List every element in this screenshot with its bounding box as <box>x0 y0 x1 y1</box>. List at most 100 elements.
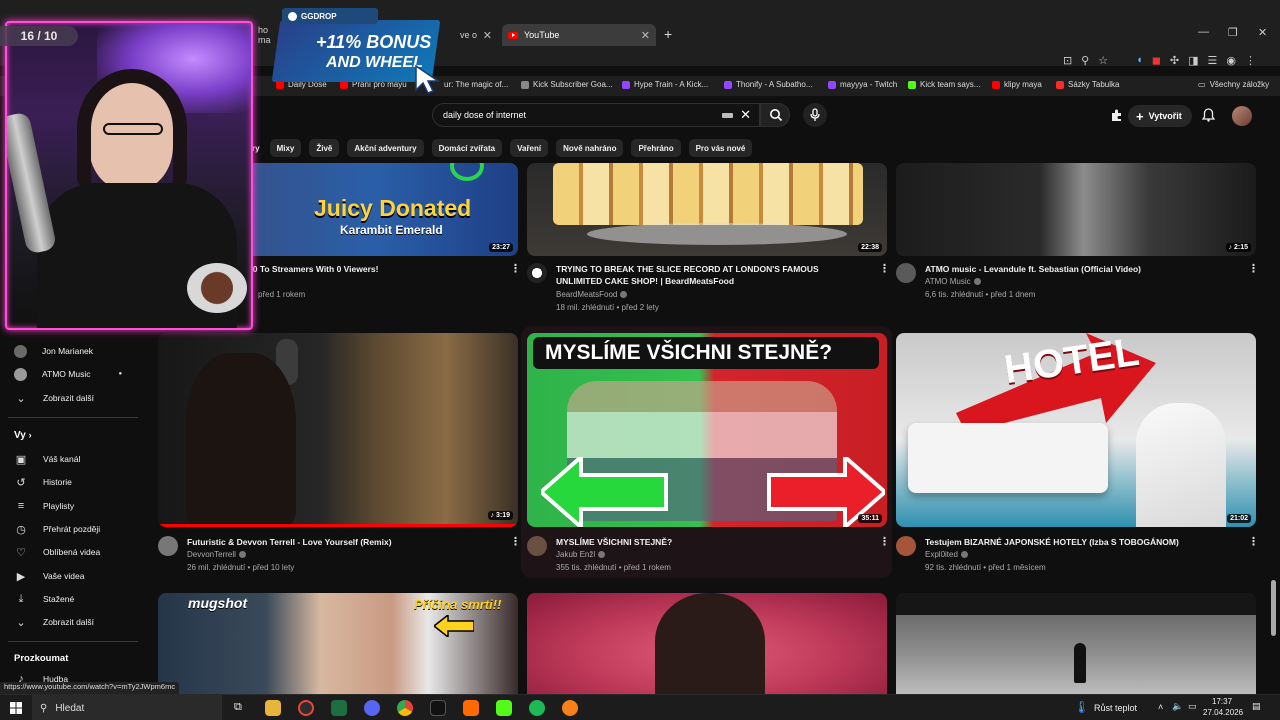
video-title[interactable]: TRYING TO BREAK THE SLICE RECORD AT LOND… <box>556 263 856 287</box>
more-options-icon[interactable]: ⋮ <box>1248 262 1259 275</box>
obs-icon[interactable] <box>298 700 314 716</box>
video-thumbnail[interactable] <box>527 593 887 694</box>
close-window-icon[interactable]: ✕ <box>1258 26 1267 39</box>
chip[interactable]: Akční adventury <box>347 139 424 157</box>
all-bookmarks[interactable]: ▭ Všechny záložky <box>1198 80 1269 89</box>
chip[interactable]: Živě <box>309 139 340 157</box>
more-options-icon[interactable]: ⋮ <box>879 535 890 548</box>
channel-name[interactable]: BeardMeatsFood <box>556 289 628 301</box>
more-options-icon[interactable]: ⋮ <box>510 535 521 548</box>
chip[interactable]: Nově nahráno <box>556 139 624 157</box>
sidebar-show-more[interactable]: ⌄ Zobrazit další <box>14 390 94 406</box>
weather-text[interactable]: Růst teplot <box>1094 703 1137 713</box>
cast-icon[interactable]: ⊡ <box>1063 54 1072 67</box>
sidebar-item-channel[interactable]: ▣ Váš kanál <box>14 451 81 467</box>
video-thumbnail[interactable]: ♪ 2:15 <box>896 163 1256 256</box>
sidebar-item-liked[interactable]: ♡ Oblíbená videa <box>14 544 100 560</box>
video-thumbnail[interactable]: MYSLÍME VŠICHNI STEJNĚ? 35:11 <box>527 333 887 527</box>
chip[interactable]: Domácí zvířata <box>431 139 503 157</box>
account-avatar[interactable] <box>1232 106 1252 126</box>
bookmark-item[interactable]: Thonify - A Subatho... <box>724 80 813 89</box>
notifications-icon[interactable]: ▤ <box>1252 701 1261 712</box>
channel-name[interactable]: ATMO Music <box>925 276 981 288</box>
clock-date[interactable]: 27.04.2026 <box>1203 708 1243 717</box>
bookmark-item[interactable]: klipy maya <box>992 80 1042 89</box>
chip[interactable]: Přehráno <box>631 139 681 157</box>
sidebar-you-heading[interactable]: Vy › <box>14 430 32 441</box>
video-thumbnail[interactable] <box>896 593 1256 694</box>
chip[interactable]: Vaření <box>510 139 549 157</box>
sidebar-item-your-videos[interactable]: ▶ Vaše videa <box>14 568 85 584</box>
channel-avatar[interactable] <box>896 536 916 556</box>
bookmark-item[interactable]: ur: The magic of... <box>444 80 508 89</box>
kick-icon[interactable] <box>496 700 512 716</box>
channel-name[interactable]: Jakub Enžl <box>556 549 606 561</box>
video-thumbnail[interactable]: ♪ 3:19 <box>158 333 518 527</box>
sidebar-item-watch-later[interactable]: ◷ Přehrát později <box>14 521 100 537</box>
channel-name[interactable]: Expl0ited <box>925 549 968 561</box>
video-title[interactable]: Futuristic & Devvon Terrell - Love Yours… <box>187 536 497 548</box>
video-thumbnail[interactable]: mugshot Příčina smrti!! <box>158 593 518 694</box>
video-thumbnail[interactable]: HOTEL 21:02 <box>896 333 1256 527</box>
excel-icon[interactable] <box>331 700 347 716</box>
bookmark-item[interactable]: Kick Subscriber Goa... <box>521 80 613 89</box>
channel-avatar[interactable] <box>896 263 916 283</box>
file-explorer-icon[interactable] <box>265 700 281 716</box>
notifications-bell-icon[interactable] <box>1202 108 1215 122</box>
video-thumbnail[interactable]: 22:38 <box>527 163 887 256</box>
profile-icon[interactable]: ◉ <box>1226 54 1236 67</box>
bookmark-item[interactable]: Kick team says... <box>908 80 980 89</box>
chrome-icon[interactable] <box>397 700 413 716</box>
tab-2[interactable]: ve o ✕ <box>440 24 498 46</box>
keyboard-icon[interactable] <box>722 113 733 118</box>
extensions-puzzle-icon[interactable]: ✣ <box>1170 54 1179 67</box>
sidebar-item-history[interactable]: ↺ Historie <box>14 474 71 490</box>
bookmark-star-icon[interactable]: ☆ <box>1098 54 1108 67</box>
search-button[interactable] <box>760 103 790 127</box>
sidebar-show-more[interactable]: ⌄ Zobrazit další <box>14 614 94 630</box>
channel-avatar[interactable] <box>527 536 547 556</box>
new-tab-button[interactable]: + <box>664 26 672 42</box>
video-title[interactable]: 00 To Streamers With 0 Viewers! <box>248 263 503 275</box>
task-view-icon[interactable]: ⧉ <box>234 701 242 714</box>
reading-list-icon[interactable]: ☰ <box>1208 54 1218 67</box>
sidebar-sub-jon-marianek[interactable]: Jon Marianek <box>14 343 93 359</box>
sidebar-item-downloads[interactable]: ⤓ Stažené <box>14 591 75 607</box>
channel-name[interactable]: DevvonTerrell <box>187 549 246 561</box>
search-input[interactable]: daily dose of internet <box>443 110 526 120</box>
network-icon[interactable]: ▭ <box>1188 701 1197 712</box>
windows-start-icon[interactable] <box>10 702 22 714</box>
discord-icon[interactable] <box>364 700 380 716</box>
chip[interactable]: Pro vás nové <box>688 139 753 157</box>
app-icon[interactable] <box>562 700 578 716</box>
bookmark-item[interactable]: Hype Train - A Kick... <box>622 80 708 89</box>
tiktok-icon[interactable] <box>430 700 446 716</box>
bookmark-item[interactable]: mayyya - Twitch <box>828 80 897 89</box>
channel-avatar[interactable] <box>527 263 547 283</box>
taskbar-search[interactable]: ⚲ Hledat <box>32 695 222 720</box>
app-icon[interactable] <box>463 700 479 716</box>
close-tab-icon[interactable]: ✕ <box>483 29 492 42</box>
video-title[interactable]: ATMO music - Levandule ft. Sebastian (Of… <box>925 263 1225 275</box>
clear-search-icon[interactable]: ✕ <box>740 107 751 123</box>
voice-search-button[interactable] <box>803 103 827 127</box>
extension-icon[interactable]: ◼ <box>1152 54 1161 67</box>
more-options-icon[interactable]: ⋮ <box>1248 535 1259 548</box>
video-title[interactable]: MYSLÍME VŠICHNI STEJNĚ? <box>556 536 856 548</box>
video-title[interactable]: Testujem BIZARNÉ JAPONSKÉ HOTELY (Izba S… <box>925 536 1235 548</box>
tab-youtube[interactable]: YouTube ✕ <box>502 24 656 46</box>
create-button[interactable]: + Vytvořit <box>1128 105 1192 127</box>
more-options-icon[interactable]: ⋮ <box>879 262 890 275</box>
more-options-icon[interactable]: ⋮ <box>510 262 521 275</box>
channel-avatar[interactable] <box>158 536 178 556</box>
sidebar-sub-atmo-music[interactable]: ATMO Music ● <box>14 366 122 382</box>
extension-puzzle-icon[interactable] <box>1110 108 1124 122</box>
minimize-icon[interactable]: — <box>1198 26 1209 38</box>
spotify-icon[interactable] <box>529 700 545 716</box>
speaker-icon[interactable]: 🔈 <box>1172 701 1183 712</box>
chip[interactable]: Mixy <box>269 139 302 157</box>
weather-icon[interactable]: 🌡 <box>1074 700 1089 714</box>
close-tab-icon[interactable]: ✕ <box>641 29 650 42</box>
clock-time[interactable]: 17:37 <box>1212 697 1232 706</box>
search-box[interactable]: daily dose of internet ✕ <box>432 103 760 127</box>
